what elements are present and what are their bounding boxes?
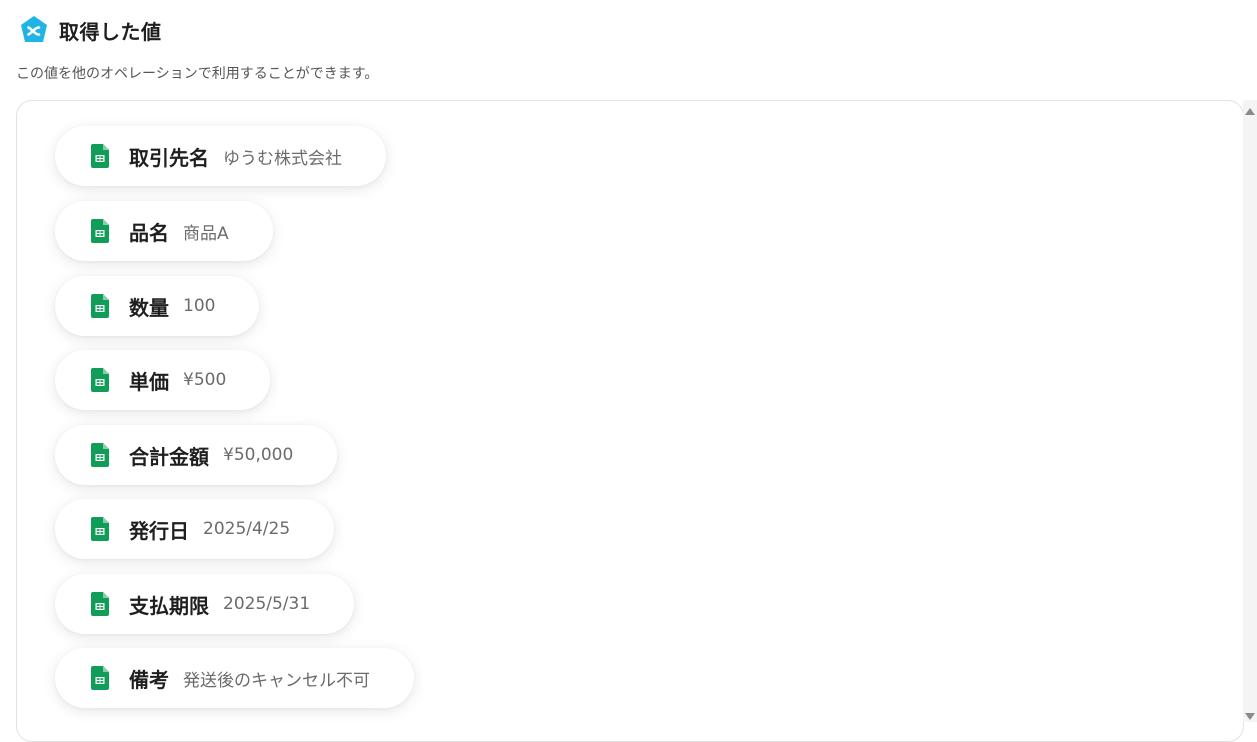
- google-sheets-icon: [91, 144, 109, 168]
- value-label: 備考: [129, 667, 169, 692]
- google-sheets-icon: [91, 666, 109, 690]
- value-chip-unit-price[interactable]: 単価 ¥500: [55, 350, 271, 410]
- value-chip-quantity[interactable]: 数量 100: [55, 276, 260, 336]
- scroll-up-arrow-icon[interactable]: [1245, 108, 1255, 115]
- value-text: ゆうむ株式会社: [223, 148, 342, 169]
- value-text: 発送後のキャンセル不可: [183, 670, 370, 691]
- value-chip-payment-due[interactable]: 支払期限 2025/5/31: [55, 574, 355, 634]
- google-sheets-icon: [91, 592, 109, 616]
- value-text: 100: [183, 296, 216, 316]
- value-label: 合計金額: [129, 444, 209, 469]
- section-header: 取得した値: [18, 14, 162, 46]
- values-panel: 取引先名 ゆうむ株式会社 品名 商品A 数量 100 単価 ¥500 合計金額 …: [16, 100, 1244, 742]
- page-title: 取得した値: [59, 19, 162, 44]
- value-label: 数量: [129, 295, 169, 320]
- value-text: ¥500: [183, 370, 227, 390]
- value-text: 商品A: [183, 223, 229, 244]
- value-chip-client-name[interactable]: 取引先名 ゆうむ株式会社: [55, 126, 386, 186]
- vertical-scrollbar[interactable]: [1243, 100, 1257, 722]
- google-sheets-icon: [91, 219, 109, 243]
- yoom-logo-icon: [21, 16, 47, 42]
- value-chip-issue-date[interactable]: 発行日 2025/4/25: [55, 499, 335, 559]
- value-label: 発行日: [129, 518, 189, 543]
- scroll-down-arrow-icon[interactable]: [1245, 713, 1255, 720]
- value-label: 支払期限: [129, 593, 209, 618]
- value-chip-item-name[interactable]: 品名 商品A: [55, 201, 273, 261]
- value-text: 2025/5/31: [223, 594, 311, 614]
- value-label: 単価: [129, 369, 169, 394]
- value-chip-total-amount[interactable]: 合計金額 ¥50,000: [55, 425, 338, 485]
- value-chip-remarks[interactable]: 備考 発送後のキャンセル不可: [55, 648, 414, 708]
- page-description: この値を他のオペレーションで利用することができます。: [16, 66, 379, 82]
- google-sheets-icon: [91, 368, 109, 392]
- google-sheets-icon: [91, 294, 109, 318]
- value-label: 品名: [129, 220, 169, 245]
- value-text: ¥50,000: [223, 445, 294, 465]
- value-text: 2025/4/25: [203, 519, 291, 539]
- google-sheets-icon: [91, 517, 109, 541]
- value-label: 取引先名: [129, 145, 209, 170]
- google-sheets-icon: [91, 443, 109, 467]
